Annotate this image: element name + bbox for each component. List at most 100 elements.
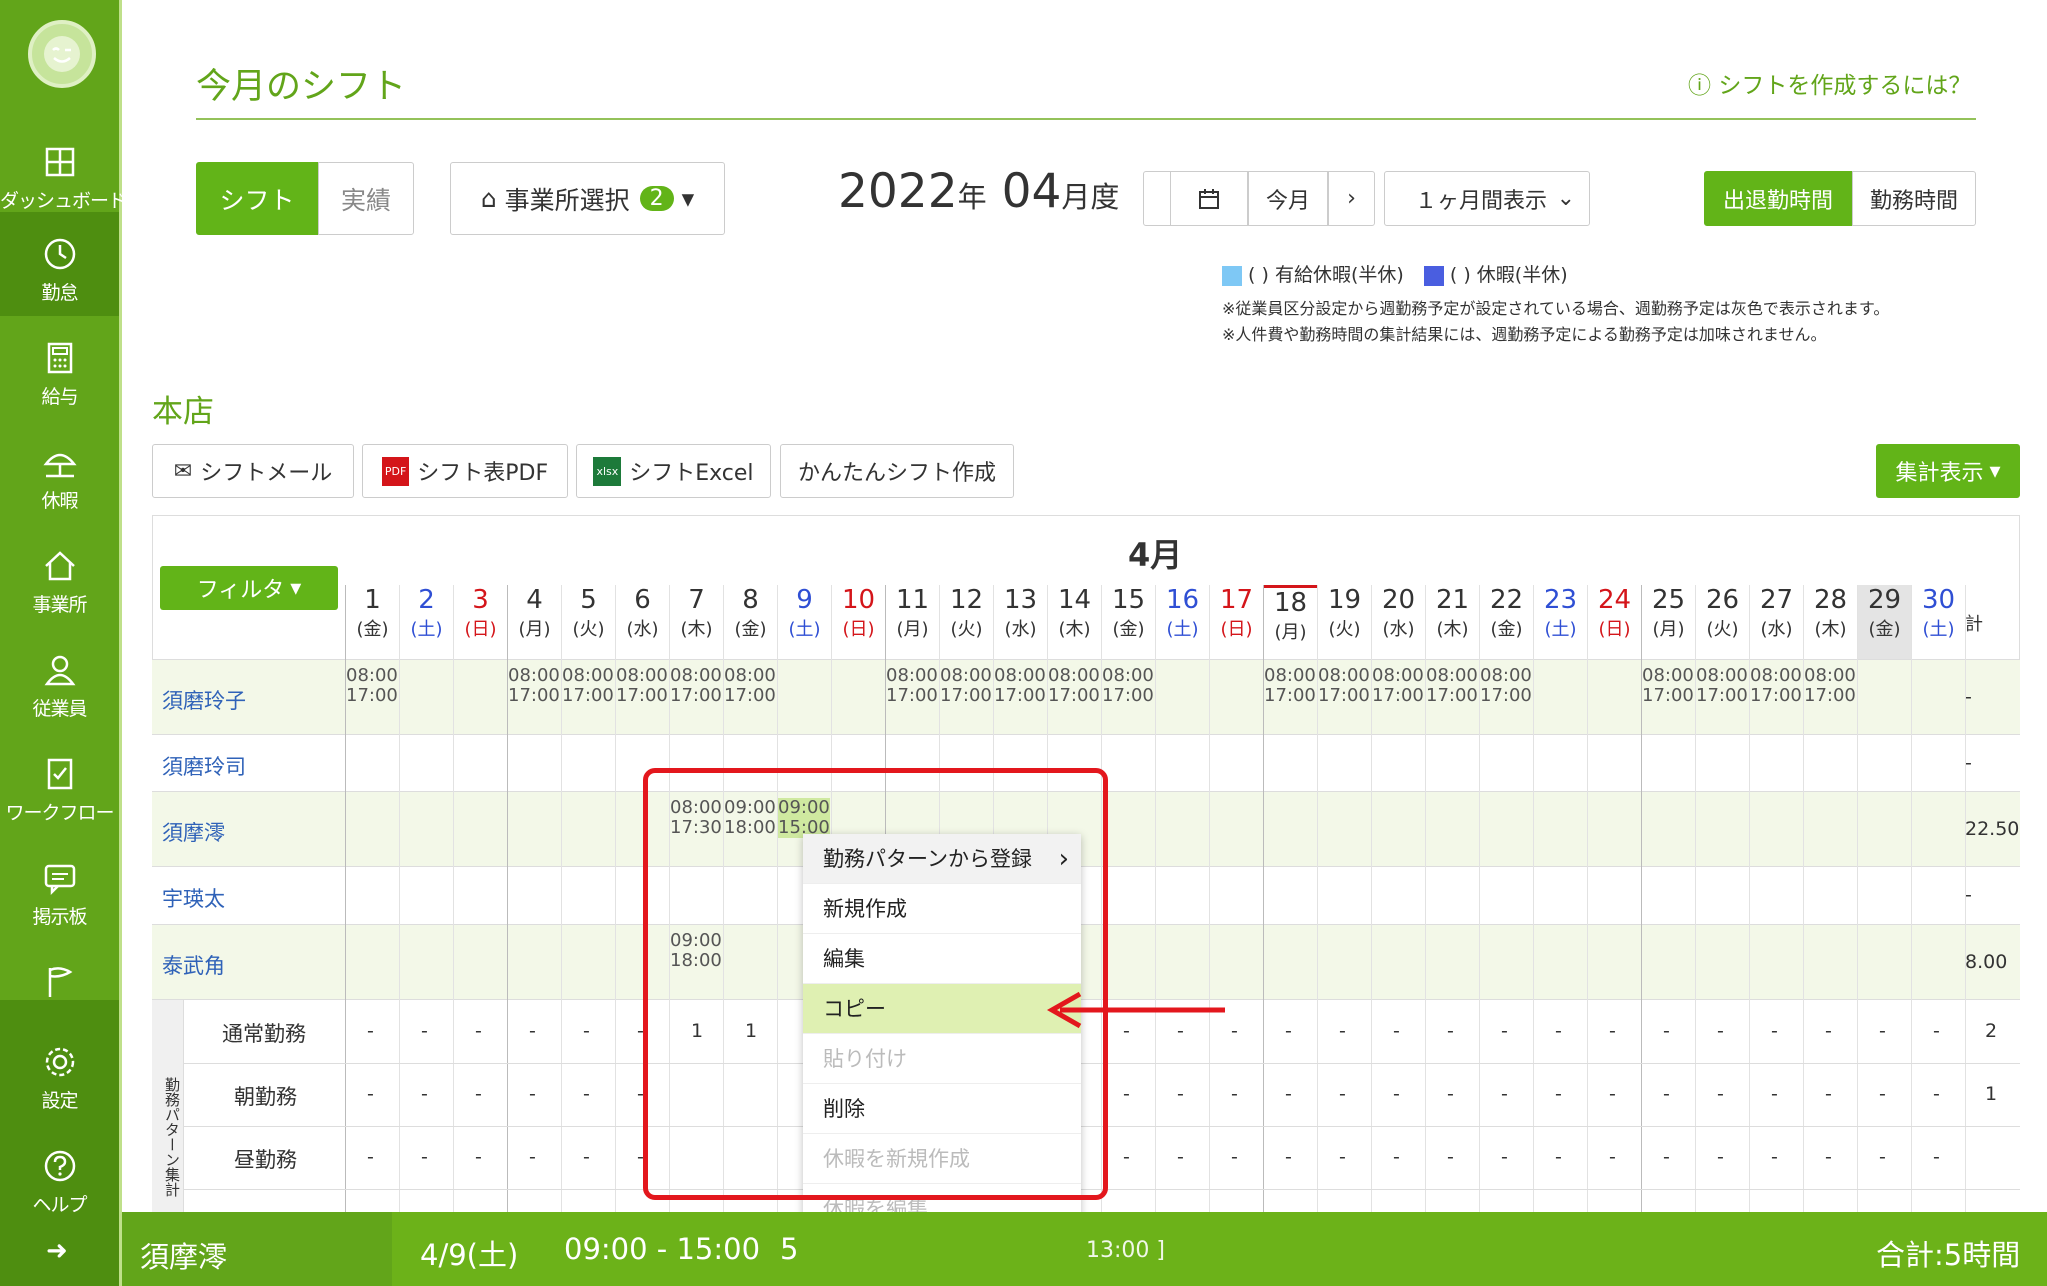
day-header[interactable]: 20 (水): [1371, 585, 1425, 659]
day-header[interactable]: 11 (月): [885, 585, 939, 659]
day-header[interactable]: 30 (土): [1911, 585, 1965, 659]
shift-cell[interactable]: 08:00 17:00: [508, 666, 560, 706]
day-header[interactable]: 19 (火): [1317, 585, 1371, 659]
shift-cell[interactable]: 08:00 17:00: [1804, 666, 1856, 706]
day-number: 9: [796, 585, 813, 615]
grid-line: [1749, 585, 1750, 1212]
calendar-button[interactable]: [1170, 171, 1248, 226]
summary-total: 2: [1985, 1020, 1998, 1042]
office-select-dropdown[interactable]: ⌂ 事業所選択 2 ▾: [450, 162, 725, 235]
day-header[interactable]: 23 (土): [1533, 585, 1587, 659]
shift-excel-button[interactable]: xlsx シフトExcel: [576, 444, 771, 498]
shift-cell[interactable]: 08:00 17:00: [940, 666, 992, 706]
help-link[interactable]: ⓘ シフトを作成するには？: [1688, 66, 1971, 100]
sidebar-item-calculator[interactable]: 給与: [0, 316, 119, 420]
sidebar-item-clock[interactable]: 勤怠: [0, 212, 119, 316]
shift-cell[interactable]: 08:00 17:00: [1642, 666, 1694, 706]
highlight-box: [643, 768, 1108, 1200]
day-header[interactable]: 22 (金): [1479, 585, 1533, 659]
day-header[interactable]: 15 (金): [1101, 585, 1155, 659]
shift-cell[interactable]: 08:00 17:00: [1372, 666, 1424, 706]
employee-name[interactable]: 宇瑛太: [162, 883, 225, 913]
day-header[interactable]: 27 (水): [1749, 585, 1803, 659]
summary-cell: -: [1933, 1083, 1940, 1105]
view-work-button[interactable]: 勤務時間: [1852, 171, 1976, 226]
sidebar-item-home[interactable]: 事業所: [0, 524, 119, 628]
sidebar-item-workflow[interactable]: ワークフロー: [0, 732, 119, 836]
day-header[interactable]: 17 (日): [1209, 585, 1263, 659]
shift-cell[interactable]: 08:00 17:00: [562, 666, 614, 706]
day-header[interactable]: 14 (木): [1047, 585, 1101, 659]
summary-button[interactable]: 集計表示 ▾: [1876, 444, 2020, 498]
day-header[interactable]: 24 (日): [1587, 585, 1641, 659]
shift-cell[interactable]: 08:00 17:00: [1480, 666, 1532, 706]
shift-cell[interactable]: 08:00 17:00: [1426, 666, 1478, 706]
employee-name[interactable]: 須磨玲司: [162, 751, 246, 781]
shift-cell[interactable]: 08:00 17:00: [1048, 666, 1100, 706]
bottom-extra: 5: [780, 1232, 799, 1266]
shift-cell[interactable]: 08:00 17:00: [1264, 666, 1316, 706]
logo-icon[interactable]: [28, 20, 96, 88]
shift-cell[interactable]: 08:00 17:00: [1102, 666, 1154, 706]
shift-cell[interactable]: 08:00 17:00: [724, 666, 776, 706]
shift-cell[interactable]: 08:00 17:00: [346, 666, 398, 706]
bottom-date: 4/9(土): [420, 1238, 519, 1272]
employee-name[interactable]: 泰武角: [162, 950, 225, 980]
employee-name[interactable]: 須磨玲子: [162, 685, 246, 715]
filter-button[interactable]: フィルタ ▾: [160, 566, 338, 610]
day-header[interactable]: 13 (水): [993, 585, 1047, 659]
day-header[interactable]: 18 (月): [1263, 585, 1317, 659]
day-header[interactable]: 1 (金): [345, 585, 399, 659]
employee-name[interactable]: 須摩澪: [162, 817, 225, 847]
sidebar-item-user[interactable]: 従業員: [0, 628, 119, 732]
summary-group-label: 勤務パターン集計: [152, 1000, 184, 1212]
sidebar-item-umbrella[interactable]: 休暇: [0, 420, 119, 524]
view-attendance-button[interactable]: 出退勤時間: [1704, 171, 1852, 226]
day-header[interactable]: 10 (日): [831, 585, 885, 659]
day-header[interactable]: 28 (木): [1803, 585, 1857, 659]
shift-cell[interactable]: 08:00 17:00: [886, 666, 938, 706]
day-header[interactable]: 21 (木): [1425, 585, 1479, 659]
day-header[interactable]: 7 (木): [669, 585, 723, 659]
shift-cell[interactable]: 08:00 17:00: [670, 666, 722, 706]
tab-shift[interactable]: シフト: [196, 162, 318, 235]
sidebar-item-message[interactable]: 掲示板: [0, 836, 119, 940]
next-month-button[interactable]: ›: [1328, 171, 1375, 226]
day-header[interactable]: 12 (火): [939, 585, 993, 659]
shift-cell[interactable]: 08:00 17:00: [994, 666, 1046, 706]
day-header[interactable]: 8 (金): [723, 585, 777, 659]
day-header[interactable]: 6 (水): [615, 585, 669, 659]
day-header[interactable]: 5 (火): [561, 585, 615, 659]
this-month-button[interactable]: 今月: [1248, 171, 1328, 226]
day-header[interactable]: 9 (土): [777, 585, 831, 659]
day-header[interactable]: 3 (日): [453, 585, 507, 659]
shift-start: 08:00: [1480, 665, 1532, 686]
tab-actual[interactable]: 実績: [318, 162, 414, 235]
summary-cell: -: [1825, 1020, 1832, 1042]
day-header[interactable]: 25 (月): [1641, 585, 1695, 659]
day-number: 22: [1489, 585, 1524, 615]
summary-cell: -: [421, 1146, 428, 1168]
shift-pdf-button[interactable]: PDF シフト表PDF: [362, 444, 568, 498]
day-header[interactable]: 4 (月): [507, 585, 561, 659]
workflow-icon: [47, 758, 72, 790]
shift-start: 08:00: [1102, 665, 1154, 686]
day-header[interactable]: 2 (土): [399, 585, 453, 659]
sidebar-item-gear[interactable]: 設定: [0, 1020, 119, 1124]
day-header[interactable]: 29 (金): [1857, 585, 1911, 659]
easy-shift-button[interactable]: かんたんシフト作成: [780, 444, 1014, 498]
shift-cell[interactable]: 08:00 17:00: [1750, 666, 1802, 706]
shift-mail-button[interactable]: ✉ シフトメール: [152, 444, 354, 498]
shift-cell[interactable]: 08:00 17:00: [1696, 666, 1748, 706]
shift-cell[interactable]: 08:00 17:00: [616, 666, 668, 706]
expand-arrow-icon[interactable]: ➜: [46, 1236, 68, 1266]
sidebar-item-dashboard[interactable]: ダッシュボード: [0, 120, 127, 224]
sidebar-item-help[interactable]: ヘルプ: [0, 1124, 119, 1228]
shift-cell[interactable]: 08:00 17:00: [1318, 666, 1370, 706]
day-number: 15: [1111, 585, 1146, 615]
summary-cell: -: [1825, 1146, 1832, 1168]
day-header[interactable]: 26 (火): [1695, 585, 1749, 659]
range-select[interactable]: １ヶ月間表示 ⌄: [1384, 171, 1590, 226]
day-header[interactable]: 16 (土): [1155, 585, 1209, 659]
day-number: 8: [742, 585, 759, 615]
